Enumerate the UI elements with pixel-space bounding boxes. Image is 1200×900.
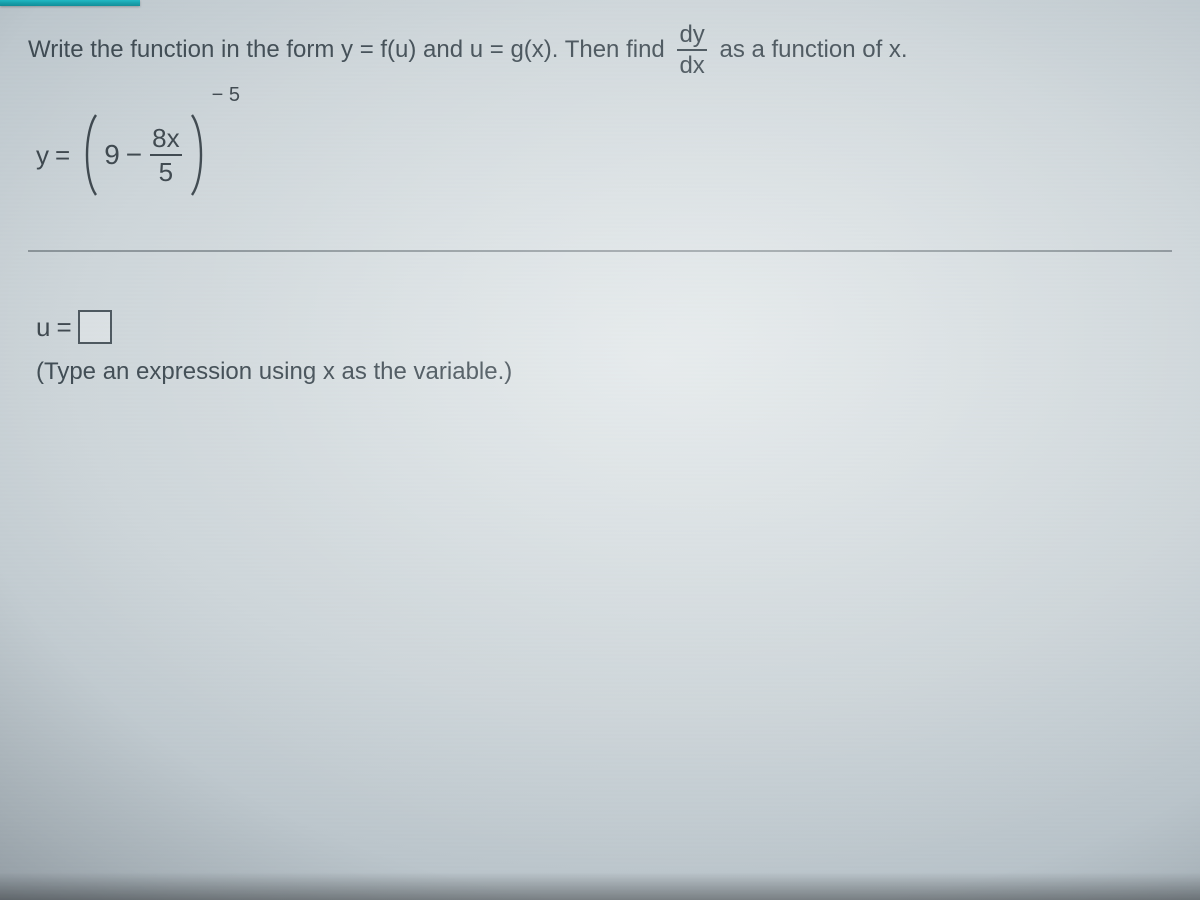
exponent: − 5 — [212, 84, 240, 107]
fraction-denominator: dx — [677, 53, 706, 78]
dy-dx-fraction: dy dx — [677, 22, 706, 78]
input-hint: (Type an expression using x as the varia… — [36, 358, 1172, 386]
answer-area: u = (Type an expression using x as the v… — [36, 310, 1172, 386]
u-label: u — [36, 312, 50, 343]
fraction-numerator: dy — [677, 22, 706, 47]
left-paren-icon — [78, 112, 100, 198]
question-prompt: Write the function in the form y = f(u) … — [28, 22, 1172, 78]
u-equals: = — [56, 312, 71, 343]
u-input[interactable] — [78, 310, 112, 344]
inner-fraction-numerator: 8x — [150, 125, 181, 151]
fraction-bar — [677, 49, 706, 51]
prompt-text-1: Write the function in the form y = f(u) … — [28, 31, 671, 69]
equation-lhs: y — [36, 140, 49, 171]
prompt-text-2: as a function of x. — [713, 31, 908, 69]
given-equation: y = 9 − 8x 5 − 5 — [36, 112, 1172, 198]
question-body: Write the function in the form y = f(u) … — [0, 0, 1200, 386]
bottom-shadow — [0, 872, 1200, 900]
parenthetical-base: 9 − 8x 5 — [78, 112, 209, 198]
right-paren-icon — [188, 112, 210, 198]
section-divider — [28, 250, 1172, 252]
inner-fraction: 8x 5 — [150, 125, 181, 185]
equals-sign: = — [55, 140, 70, 171]
inner-fraction-denominator: 5 — [157, 159, 175, 185]
paren-contents: 9 − 8x 5 — [100, 125, 187, 185]
minus-sign: − — [126, 139, 142, 171]
u-input-row: u = — [36, 310, 1172, 344]
term-a: 9 — [104, 139, 120, 171]
inner-fraction-bar — [150, 154, 181, 156]
